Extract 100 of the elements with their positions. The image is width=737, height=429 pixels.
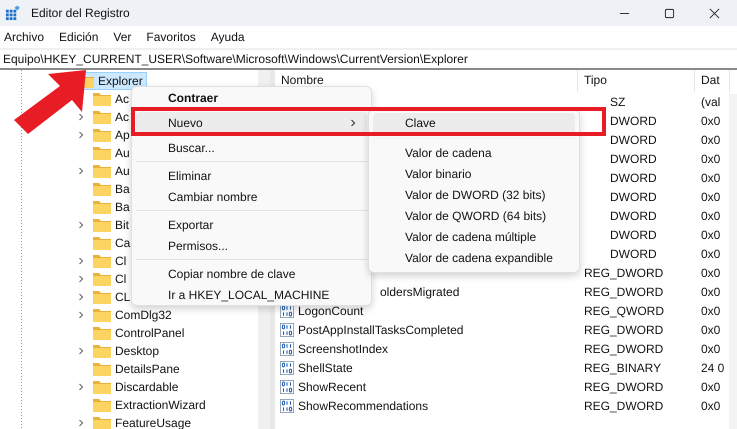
registry-grid-icon	[5, 6, 20, 20]
menu-option[interactable]: Valor de QWORD (64 bits)	[373, 206, 575, 227]
tree-item[interactable]: Ac	[91, 90, 134, 108]
value-type: DWORD	[610, 208, 657, 222]
close-icon[interactable]	[709, 8, 720, 18]
chevron-right-icon[interactable]	[77, 257, 85, 265]
tree-item[interactable]: ControlPanel	[91, 324, 188, 342]
maximize-icon[interactable]	[664, 8, 675, 18]
value-type: DWORD	[610, 190, 657, 204]
folder-icon	[93, 290, 111, 304]
tree-item[interactable]: Ap	[91, 126, 134, 144]
tree-item[interactable]: ExtractionWizard	[91, 396, 210, 414]
tree-item[interactable]: Au	[91, 144, 134, 162]
value-type: REG_QWORD	[584, 304, 664, 318]
binary-value-icon	[280, 360, 294, 374]
value-type: SZ	[610, 94, 626, 108]
tree-item[interactable]: Ba	[91, 180, 134, 198]
value-type: REG_DWORD	[584, 398, 664, 412]
value-data: 0x0	[701, 246, 720, 260]
folder-icon	[93, 362, 111, 376]
tree-item[interactable]: Cl	[91, 270, 130, 288]
menu-option[interactable]: Valor de cadena	[373, 143, 575, 164]
folder-icon	[93, 200, 111, 214]
menu-item[interactable]: Archivo	[4, 30, 52, 44]
chevron-right-icon[interactable]	[77, 347, 85, 355]
binary-value-icon	[280, 342, 294, 356]
menu-option[interactable]: Cambiar nombre	[136, 186, 367, 207]
value-name[interactable]: ShellState	[298, 360, 353, 374]
menu-option[interactable]: Buscar...	[136, 137, 367, 158]
folder-icon	[93, 146, 111, 160]
menu-option[interactable]: Valor binario	[373, 164, 575, 185]
value-type: REG_DWORD	[584, 380, 664, 394]
tree-item[interactable]: Discardable	[91, 378, 182, 396]
menu-option[interactable]: Valor de DWORD (32 bits)	[373, 185, 575, 206]
value-type: REG_DWORD	[584, 342, 664, 356]
value-name[interactable]: ShowRecent	[298, 380, 366, 394]
value-name[interactable]: oldersMigrated	[380, 284, 460, 298]
value-name[interactable]: ShowRecommendations	[298, 398, 428, 412]
value-type: REG_BINARY	[584, 360, 662, 374]
tree-item[interactable]: CL	[91, 288, 134, 306]
value-type: REG_DWORD	[584, 322, 664, 336]
folder-icon	[93, 254, 111, 268]
folder-icon	[93, 416, 111, 429]
value-data: 0x0	[701, 322, 720, 336]
value-data: 0x0	[701, 132, 720, 146]
tree-item[interactable]: ComDlg32	[91, 306, 176, 324]
menu-item[interactable]: Ver	[113, 30, 138, 44]
folder-icon	[93, 236, 111, 250]
value-type: REG_DWORD	[584, 284, 664, 298]
value-name[interactable]: ScreenshotIndex	[298, 342, 388, 356]
folder-icon	[93, 182, 111, 196]
value-name[interactable]: PostAppInstallTasksCompleted	[298, 322, 464, 336]
menu-option[interactable]: Nuevo	[136, 112, 367, 133]
address-bar[interactable]: Equipo\HKEY_CURRENT_USER\Software\Microsoft\Windows\CurrentVersion\Explorer	[0, 48, 737, 70]
tree-item[interactable]: Desktop	[91, 342, 164, 360]
menu-option[interactable]: Copiar nombre de clave	[136, 263, 367, 284]
column-header[interactable]: Dat	[695, 70, 730, 92]
chevron-right-icon[interactable]	[77, 221, 85, 229]
column-header[interactable]: Tipo	[578, 70, 695, 92]
tree-item[interactable]: Bit	[91, 216, 134, 234]
chevron-right-icon[interactable]	[77, 419, 85, 427]
chevron-right-icon[interactable]	[77, 167, 85, 175]
menu-option[interactable]: Permisos...	[136, 235, 367, 256]
folder-icon	[93, 344, 111, 358]
tree-item[interactable]: DetailsPane	[91, 360, 184, 378]
chevron-right-icon[interactable]	[77, 311, 85, 319]
chevron-right-icon[interactable]	[77, 383, 85, 391]
value-data: 0x0	[701, 398, 720, 412]
value-name[interactable]: LogonCount	[298, 304, 364, 318]
tree-item[interactable]: Ba	[91, 198, 134, 216]
chevron-right-icon[interactable]	[77, 275, 85, 283]
menu-option[interactable]: Clave	[373, 113, 575, 134]
chevron-right-icon[interactable]	[77, 293, 85, 301]
tree-item[interactable]: Ac	[91, 108, 134, 126]
folder-icon	[93, 380, 111, 394]
value-data: 0x0	[701, 190, 720, 204]
chevron-right-icon[interactable]	[77, 113, 85, 121]
folder-icon	[93, 272, 111, 286]
folder-icon	[93, 92, 111, 106]
tree-item[interactable]: Ca	[91, 234, 134, 252]
value-type: DWORD	[610, 132, 657, 146]
tree-item[interactable]: Cl	[91, 252, 130, 270]
menu-item[interactable]: Edición	[59, 30, 106, 44]
menu-option[interactable]: Eliminar	[136, 165, 367, 186]
menu-option[interactable]: Valor de cadena expandible	[373, 248, 575, 269]
menu-option[interactable]: Valor de cadena múltiple	[373, 227, 575, 248]
value-data: 0x0	[701, 380, 720, 394]
tree-item[interactable]: Au	[91, 162, 134, 180]
menu-item[interactable]: Ayuda	[210, 30, 252, 44]
folder-icon	[93, 164, 111, 178]
menu-option[interactable]: Ir a HKEY_LOCAL_MACHINE	[136, 284, 367, 305]
folder-icon	[93, 326, 111, 340]
menu-option[interactable]: Exportar	[136, 214, 367, 235]
value-data: 0x0	[701, 114, 720, 128]
chevron-right-icon[interactable]	[77, 131, 85, 139]
value-type: DWORD	[610, 114, 657, 128]
value-type: DWORD	[610, 228, 657, 242]
menu-item[interactable]: Favoritos	[146, 30, 203, 44]
binary-value-icon	[280, 322, 294, 336]
folder-icon	[93, 110, 111, 124]
